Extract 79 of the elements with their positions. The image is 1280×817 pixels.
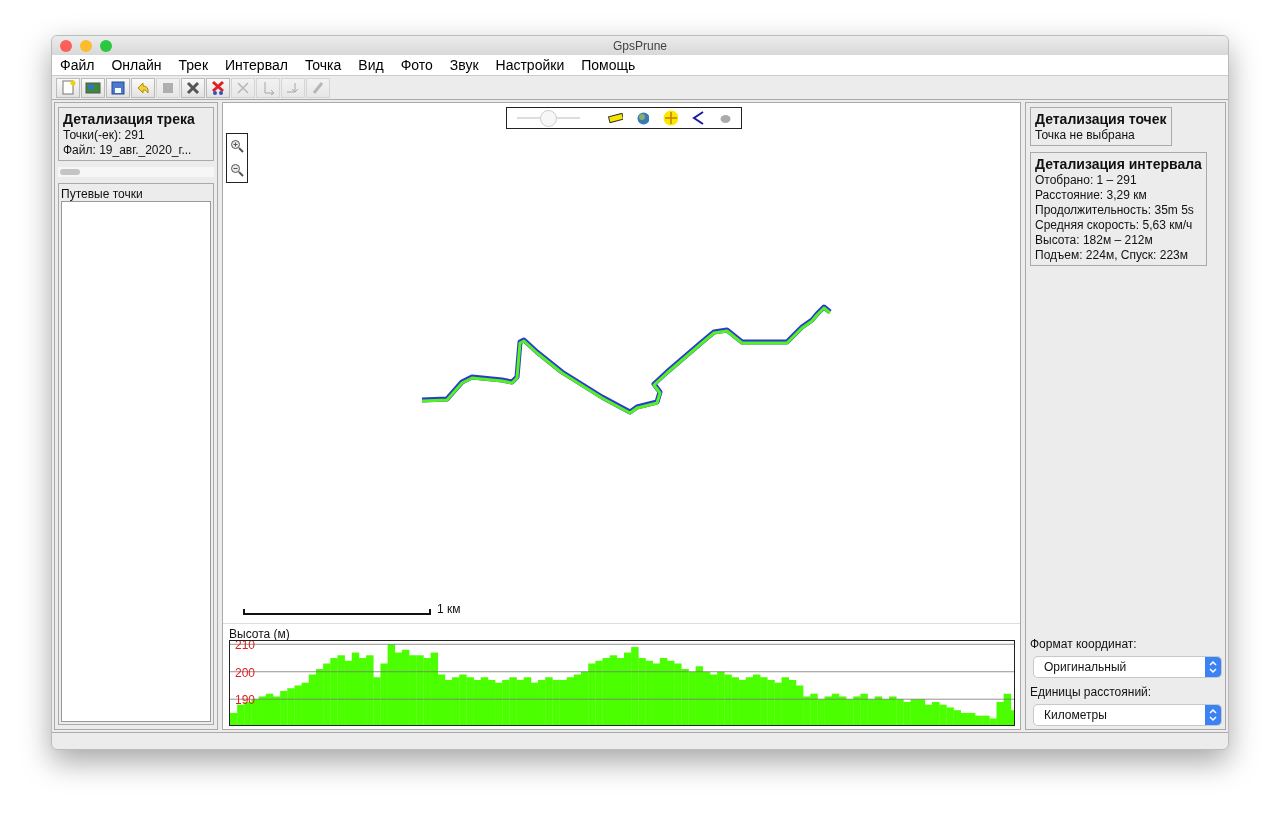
dropdown[interactable]: Километры	[1034, 705, 1221, 725]
altitude-bar	[444, 680, 453, 725]
toolbar-button[interactable]	[106, 77, 130, 98]
picture-icon	[85, 82, 101, 93]
altitude-bar	[315, 669, 324, 725]
zoom-icon[interactable]	[100, 39, 112, 52]
altitude-bar	[695, 666, 704, 725]
info-text: Продолжительность: 35m 5s	[1035, 203, 1195, 217]
axis-label: 200	[235, 665, 256, 680]
altitude-bar	[752, 674, 761, 725]
menu-item[interactable]: Помощь	[581, 57, 636, 73]
field-label: Единицы расстояний:	[1030, 685, 1153, 699]
info-text: Отобрано: 1 – 291	[1035, 173, 1138, 187]
axis-label: 190	[235, 693, 256, 708]
cross-with-dots-icon	[211, 80, 225, 95]
altitude-bar	[738, 680, 747, 725]
menu-item[interactable]: Файл	[60, 57, 95, 73]
altitude-bar	[301, 682, 310, 725]
field-label: Формат координат:	[1030, 637, 1138, 651]
square-icon	[163, 82, 173, 93]
toolbar-button[interactable]	[206, 77, 230, 98]
toolbar-button[interactable]	[181, 77, 205, 98]
chevron-icon	[1205, 705, 1221, 725]
ruler-icon[interactable]	[607, 113, 623, 123]
menu-item[interactable]: Фото	[400, 57, 433, 73]
altitude-bar	[867, 699, 876, 725]
chart-title: Высота (м)	[229, 628, 291, 640]
move-arrows-icon[interactable]	[663, 110, 679, 126]
dropdown[interactable]: Оригинальный	[1034, 657, 1221, 677]
axis-label: 210	[235, 641, 256, 653]
toolbar-button[interactable]	[81, 77, 105, 98]
info-text: Точка не выбрана	[1035, 128, 1136, 142]
info-text: Точки(-ек): 291	[63, 128, 146, 142]
zoom-in-icon	[230, 139, 244, 153]
altitude-bar	[795, 685, 804, 725]
info-text: Файл: 19_авг._2020_г...	[63, 143, 193, 157]
altitude-bar	[358, 658, 367, 725]
altitude-bar	[609, 655, 618, 725]
curved-arrow-icon	[137, 82, 149, 93]
altitude-bar	[924, 704, 933, 725]
info-text: Средняя скорость: 5,63 км/ч	[1035, 218, 1194, 232]
menu-item[interactable]: Звук	[449, 57, 479, 73]
globe-icon[interactable]	[636, 111, 650, 125]
panel-title: Детализация интервала	[1035, 156, 1202, 172]
menu-item[interactable]: Вид	[358, 57, 384, 73]
menu-item[interactable]: Онлайн	[111, 57, 162, 73]
altitude-bar	[824, 696, 833, 725]
panel-title: Детализация точек	[1035, 111, 1167, 127]
info-text: Высота: 182м – 212м	[1035, 233, 1154, 247]
minimize-icon[interactable]	[80, 39, 92, 52]
altitude-bar	[487, 680, 496, 725]
slider-thumb[interactable]	[540, 109, 558, 127]
scrollbar[interactable]	[58, 167, 214, 177]
altitude-bar	[530, 682, 539, 725]
panel-title: Детализация трека	[63, 111, 196, 127]
altitude-bar	[881, 699, 890, 725]
window-title: GpsPrune	[612, 38, 668, 53]
altitude-bar	[838, 696, 847, 725]
altitude-bar	[709, 674, 718, 725]
altitude-bar	[473, 680, 482, 725]
altitude-bar	[781, 677, 790, 725]
cross-icon	[186, 81, 200, 94]
corner-arrow-icon	[286, 82, 299, 92]
chevron-icon	[1205, 657, 1221, 677]
altitude-bar	[652, 663, 661, 725]
altitude-bar	[344, 660, 353, 725]
new-file-icon	[62, 80, 76, 94]
info-text: Подъем: 224м, Спуск: 223м	[1035, 248, 1190, 262]
corner-arrow-icon	[264, 81, 275, 95]
menu-item[interactable]: Интервал	[225, 57, 288, 73]
menu-item[interactable]: Трек	[178, 57, 209, 73]
zoom-out-icon	[230, 163, 244, 177]
menu-item[interactable]: Точка	[304, 57, 342, 73]
close-icon[interactable]	[60, 39, 72, 52]
scale-label: 1 км	[437, 603, 461, 615]
menu-item[interactable]: Настройки	[495, 57, 565, 73]
altitude-bar	[258, 696, 267, 725]
panel-title: Путевые точки	[61, 187, 144, 201]
info-text: Расстояние: 3,29 км	[1035, 188, 1148, 202]
